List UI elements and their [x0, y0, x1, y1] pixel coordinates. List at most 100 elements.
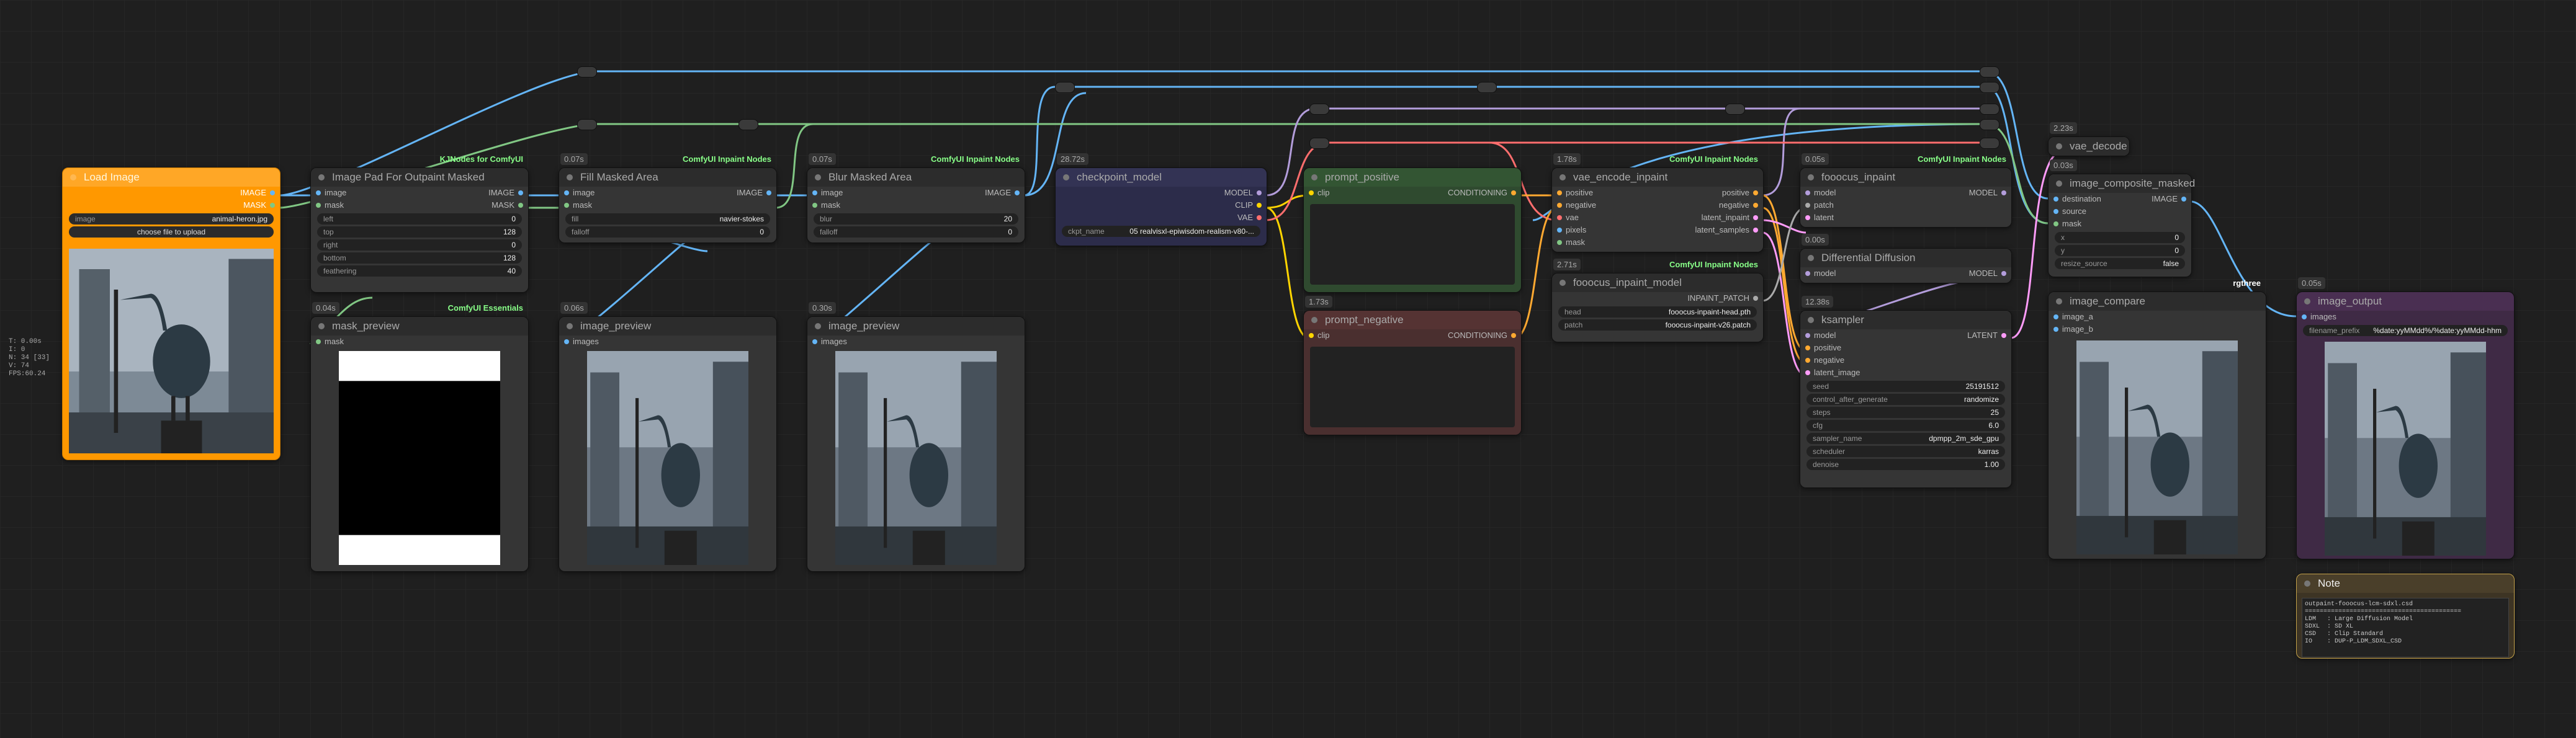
- node-mask-preview[interactable]: 0.04s ComfyUI Essentials mask_preview ma…: [310, 302, 529, 572]
- collapse-dot-icon[interactable]: [2304, 580, 2310, 587]
- reroute-node[interactable]: [1725, 104, 1745, 115]
- output-model-slot[interactable]: MODEL: [1969, 267, 2011, 280]
- number-widget[interactable]: left 0: [317, 213, 522, 225]
- sampler-name-widget[interactable]: sampler_name dpmpp_2m_sde_gpu: [1806, 433, 2005, 444]
- seed-widget[interactable]: seed 25191512: [1806, 381, 2005, 392]
- cfg-widget[interactable]: cfg 6.0: [1806, 420, 2005, 431]
- collapse-dot-icon[interactable]: [815, 174, 821, 180]
- node-blur-masked-area[interactable]: 0.07s ComfyUI Inpaint Nodes Blur Masked …: [807, 153, 1025, 243]
- node-title[interactable]: vae_decode: [2049, 137, 2129, 156]
- collapse-dot-icon[interactable]: [1808, 317, 1814, 323]
- input-image-a-slot[interactable]: image_a: [2049, 311, 2266, 323]
- collapse-dot-icon[interactable]: [567, 174, 573, 180]
- reroute-node[interactable]: [1980, 82, 1999, 93]
- number-widget[interactable]: falloff 0: [565, 226, 770, 238]
- compare-image[interactable]: [2076, 340, 2238, 554]
- node-title[interactable]: Blur Masked Area: [807, 168, 1025, 187]
- node-load-image[interactable]: Load Image IMAGE MASK image animal-heron.…: [62, 167, 280, 460]
- input-model-slot[interactable]: model: [1800, 329, 1836, 342]
- output-conditioning-slot[interactable]: CONDITIONING: [1448, 329, 1521, 342]
- node-title[interactable]: Fill Masked Area: [559, 168, 776, 187]
- node-title[interactable]: image_composite_masked: [2049, 174, 2195, 193]
- node-prompt-positive[interactable]: prompt_positive clip CONDITIONING: [1303, 167, 1522, 293]
- input-source-slot[interactable]: source: [2049, 205, 2191, 218]
- input-positive-slot[interactable]: positive: [1800, 342, 2011, 354]
- collapse-dot-icon[interactable]: [1311, 174, 1317, 180]
- collapse-dot-icon[interactable]: [2304, 298, 2310, 305]
- resize-source-toggle[interactable]: resize_source false: [2055, 258, 2185, 269]
- node-title[interactable]: Load Image: [63, 168, 280, 187]
- input-images-slot[interactable]: images: [2297, 311, 2514, 323]
- denoise-widget[interactable]: denoise 1.00: [1806, 459, 2005, 470]
- node-checkpoint-model[interactable]: 28.72s checkpoint_model MODEL CLIP VAE c…: [1055, 153, 1267, 246]
- node-title[interactable]: image_preview: [559, 317, 776, 336]
- input-clip-slot[interactable]: clip: [1304, 329, 1330, 342]
- collapse-dot-icon[interactable]: [2056, 143, 2062, 149]
- node-title[interactable]: vae_encode_inpaint: [1552, 168, 1763, 187]
- number-widget[interactable]: feathering 40: [317, 265, 522, 277]
- input-latent-image-slot[interactable]: latent_image: [1800, 367, 2011, 379]
- node-image-output[interactable]: 0.05s image_output images filename_prefi…: [2296, 277, 2515, 559]
- input-image-slot[interactable]: image: [807, 187, 843, 199]
- output-positive-slot[interactable]: positive: [1722, 187, 1763, 199]
- prompt-text-area[interactable]: [1310, 347, 1515, 427]
- node-title[interactable]: fooocus_inpaint: [1800, 168, 2011, 187]
- image-combo-widget[interactable]: image animal-heron.jpg: [69, 213, 274, 225]
- scheduler-widget[interactable]: scheduler karras: [1806, 446, 2005, 457]
- output-mask-slot[interactable]: MASK: [491, 199, 528, 211]
- input-negative-slot[interactable]: negative: [1800, 354, 2011, 367]
- input-mask-slot[interactable]: mask: [311, 199, 344, 211]
- node-fooocus-inpaint[interactable]: 0.05s ComfyUI Inpaint Nodes fooocus_inpa…: [1800, 153, 2012, 228]
- reroute-node[interactable]: [1309, 138, 1329, 149]
- reroute-node[interactable]: [577, 66, 597, 78]
- collapse-dot-icon[interactable]: [1560, 174, 1566, 180]
- collapse-dot-icon[interactable]: [2056, 298, 2062, 305]
- output-negative-slot[interactable]: negative: [1719, 199, 1763, 211]
- node-title[interactable]: Differential Diffusion: [1800, 249, 2011, 267]
- input-mask-slot[interactable]: mask: [559, 199, 776, 211]
- node-image-preview[interactable]: 0.30s image_preview images: [807, 302, 1025, 572]
- reroute-node[interactable]: [577, 119, 597, 130]
- x-widget[interactable]: x0: [2055, 232, 2185, 243]
- node-differential-diffusion[interactable]: 0.00s Differential Diffusion model MODEL: [1800, 234, 2012, 283]
- input-mask-slot[interactable]: mask: [807, 199, 1025, 211]
- number-widget[interactable]: bottom 128: [317, 252, 522, 264]
- collapse-dot-icon[interactable]: [1808, 255, 1814, 261]
- reroute-node[interactable]: [1980, 138, 1999, 149]
- input-mask-slot[interactable]: mask: [2049, 218, 2191, 230]
- output-latent-samples-slot[interactable]: latent_samples: [1695, 224, 1763, 236]
- ckpt-combo-widget[interactable]: ckpt_name 05 realvisxl-epiwisdom-realism-…: [1062, 226, 1260, 237]
- input-images-slot[interactable]: images: [807, 336, 1025, 348]
- input-positive-slot[interactable]: positive: [1552, 187, 1593, 199]
- node-title[interactable]: image_preview: [807, 317, 1025, 336]
- reroute-node[interactable]: [1980, 119, 1999, 130]
- output-image-slot[interactable]: IMAGE: [63, 187, 280, 199]
- collapse-dot-icon[interactable]: [1808, 174, 1814, 180]
- node-title[interactable]: image_compare: [2049, 292, 2266, 311]
- collapse-dot-icon[interactable]: [2056, 180, 2062, 187]
- input-destination-slot[interactable]: destination: [2049, 193, 2101, 205]
- y-widget[interactable]: y0: [2055, 245, 2185, 256]
- reroute-node[interactable]: [1055, 82, 1075, 93]
- input-mask-slot[interactable]: mask: [311, 336, 528, 348]
- output-clip-slot[interactable]: CLIP: [1056, 199, 1267, 211]
- node-title[interactable]: ksampler: [1800, 311, 2011, 329]
- reroute-node[interactable]: [1980, 104, 1999, 115]
- output-conditioning-slot[interactable]: CONDITIONING: [1448, 187, 1521, 199]
- reroute-node[interactable]: [1980, 66, 1999, 78]
- node-note[interactable]: Note outpaint-fooocus-lcm-sdxl.csd =====…: [2296, 574, 2515, 659]
- control-after-generate-widget[interactable]: control_after_generate randomize: [1806, 394, 2005, 405]
- output-image-slot[interactable]: IMAGE: [985, 187, 1025, 199]
- node-ksampler[interactable]: 12.38s ksampler model LATENT positive ne…: [1800, 296, 2012, 488]
- node-image-pad-outpaint[interactable]: KJNodes for ComfyUI Image Pad For Outpai…: [310, 154, 529, 293]
- node-title[interactable]: prompt_positive: [1304, 168, 1521, 187]
- output-mask-slot[interactable]: MASK: [63, 199, 280, 211]
- collapse-dot-icon[interactable]: [1311, 317, 1317, 323]
- output-latent-inpaint-slot[interactable]: latent_inpaint: [1702, 211, 1763, 224]
- number-widget[interactable]: right 0: [317, 239, 522, 251]
- note-text[interactable]: outpaint-fooocus-lcm-sdxl.csd ==========…: [2302, 598, 2509, 657]
- node-vae-decode[interactable]: 2.23s vae_decode: [2048, 122, 2130, 156]
- input-vae-slot[interactable]: vae: [1552, 211, 1579, 224]
- node-vae-encode-inpaint[interactable]: 1.78s ComfyUI Inpaint Nodes vae_encode_i…: [1551, 153, 1764, 252]
- input-image-slot[interactable]: image: [559, 187, 595, 199]
